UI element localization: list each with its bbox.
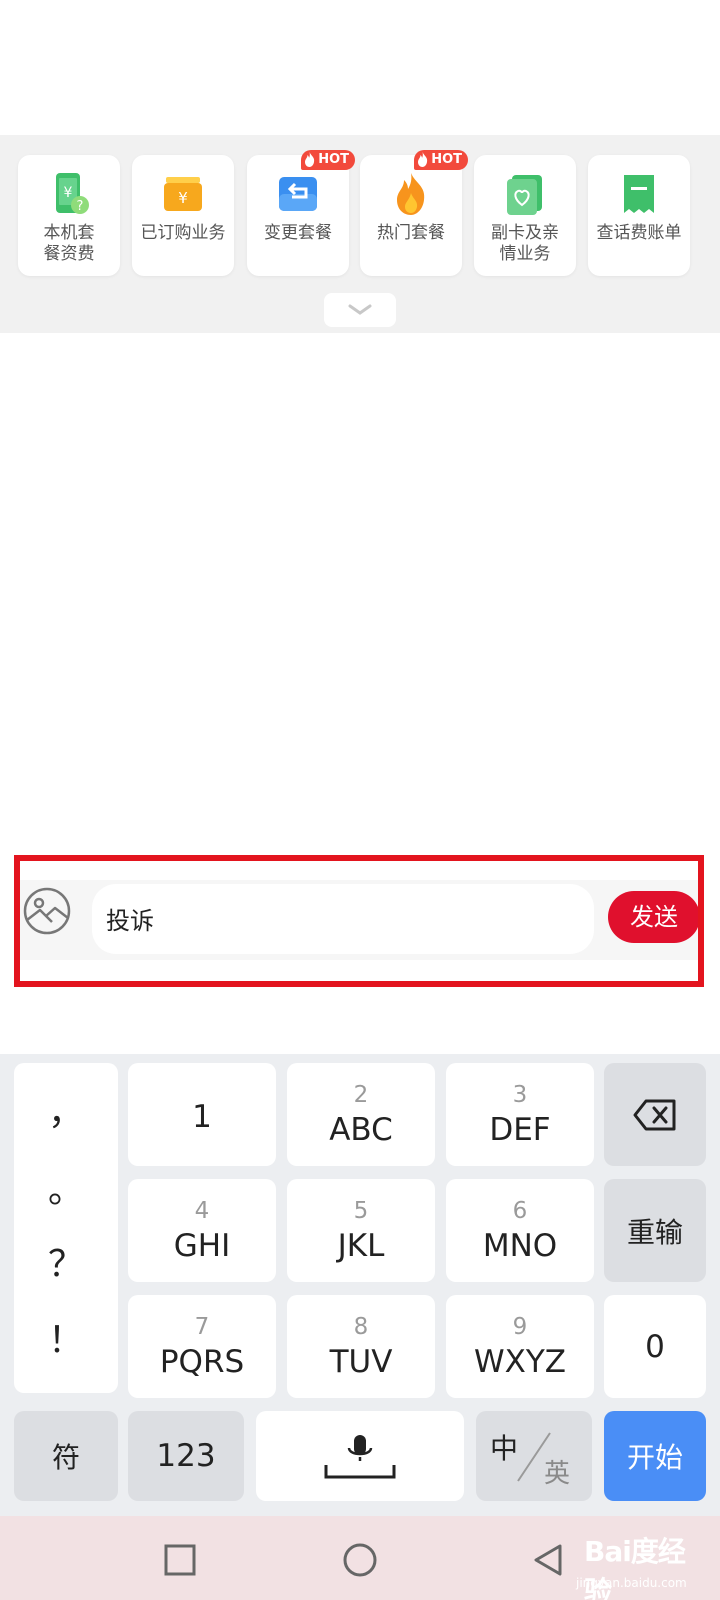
start-label: 开始 <box>626 1441 683 1474</box>
service-card-family-card[interactable]: 副卡及亲 情业务 <box>474 155 576 276</box>
service-label: 热门套餐 <box>377 223 445 243</box>
family-card-icon <box>502 171 548 217</box>
reinput-key[interactable]: 重输 <box>604 1179 706 1282</box>
punctuation-column[interactable]: ， 。 ？ ！ <box>14 1063 118 1393</box>
key-4[interactable]: 4 GHI <box>128 1179 276 1282</box>
service-card-subscribed[interactable]: ¥ 已订购业务 <box>132 155 234 276</box>
backspace-key[interactable] <box>604 1063 706 1166</box>
key-letters: 1 <box>192 1098 212 1135</box>
bill-icon <box>616 171 662 217</box>
key-6[interactable]: 6 MNO <box>446 1179 594 1282</box>
change-plan-icon <box>275 171 321 217</box>
key-3[interactable]: 3 DEF <box>446 1063 594 1166</box>
key-number: 7 <box>194 1313 210 1340</box>
hot-badge: HOT <box>414 150 468 170</box>
punct-key-comma[interactable]: ， <box>14 1083 118 1135</box>
service-card-bill[interactable]: 查话费账单 <box>588 155 690 276</box>
subscribed-wallet-icon: ¥ <box>160 171 206 217</box>
svg-text:¥: ¥ <box>64 185 73 201</box>
symbol-label: 符 <box>51 1441 80 1474</box>
punct-key-question[interactable]: ？ <box>14 1235 118 1287</box>
hot-badge: HOT <box>301 150 355 170</box>
service-card-plan-fees[interactable]: ¥ ? 本机套 餐资费 <box>18 155 120 276</box>
lang-zh-label: 中 <box>490 1432 519 1465</box>
lang-en-label: 英 <box>544 1459 571 1489</box>
key-0[interactable]: 0 <box>604 1295 706 1398</box>
hot-badge-text: HOT <box>431 152 462 167</box>
flame-icon <box>305 152 315 167</box>
key-letters: DEF <box>489 1111 551 1148</box>
numeric-key[interactable]: 123 <box>128 1411 244 1501</box>
key-2[interactable]: 2 ABC <box>287 1063 435 1166</box>
expand-services-button[interactable] <box>324 293 396 327</box>
key-7[interactable]: 7 PQRS <box>128 1295 276 1398</box>
svg-text:?: ? <box>77 199 84 214</box>
key-number: 2 <box>353 1081 369 1108</box>
service-label: 变更套餐 <box>264 223 332 243</box>
service-label: 查话费账单 <box>596 223 682 243</box>
quick-services-strip: ¥ ? 本机套 餐资费 ¥ 已订购业务 HOT 变更套餐 HOT 热门套餐 副卡… <box>0 135 720 333</box>
home-icon[interactable] <box>342 1542 378 1578</box>
watermark-sub: jingyan.baidu.com <box>576 1576 687 1590</box>
key-number: 4 <box>194 1197 210 1224</box>
flame-icon <box>418 152 428 167</box>
reinput-label: 重输 <box>626 1215 683 1249</box>
key-letters: GHI <box>173 1227 231 1264</box>
key-letters: WXYZ <box>473 1343 567 1380</box>
key-number: 5 <box>353 1197 369 1224</box>
space-key[interactable] <box>256 1411 464 1501</box>
phone-plan-icon: ¥ ? <box>46 171 92 217</box>
microphone-icon <box>324 1435 396 1479</box>
symbol-key[interactable]: 符 <box>14 1411 118 1501</box>
punct-key-period[interactable]: 。 <box>14 1161 118 1213</box>
numeric-label: 123 <box>156 1438 216 1474</box>
key-9[interactable]: 9 WXYZ <box>446 1295 594 1398</box>
key-letters: PQRS <box>159 1343 245 1380</box>
backspace-icon <box>633 1099 676 1130</box>
service-card-hot-plans[interactable]: HOT 热门套餐 <box>360 150 468 276</box>
key-8[interactable]: 8 TUV <box>287 1295 435 1398</box>
baidu-jingyan-watermark: Bai度经验 jingyan.baidu.com <box>560 1518 710 1600</box>
key-letters: ABC <box>329 1111 393 1148</box>
language-switch-key[interactable]: 中 英 <box>476 1411 592 1501</box>
hot-badge-text: HOT <box>318 152 349 167</box>
recent-apps-icon[interactable] <box>162 1542 198 1578</box>
start-key[interactable]: 开始 <box>604 1411 706 1501</box>
key-letters: MNO <box>482 1227 558 1264</box>
key-5[interactable]: 5 JKL <box>287 1179 435 1282</box>
key-number: 6 <box>512 1197 528 1224</box>
service-label: 本机套 餐资费 <box>43 223 95 264</box>
key-1[interactable]: 1 <box>128 1063 276 1166</box>
service-card-change-plan[interactable]: HOT 变更套餐 <box>247 150 355 276</box>
service-label: 已订购业务 <box>140 223 226 243</box>
fire-icon <box>388 171 434 217</box>
key-number: 8 <box>353 1313 369 1340</box>
key-number: 9 <box>512 1313 528 1340</box>
svg-text:¥: ¥ <box>178 189 188 207</box>
service-label: 副卡及亲 情业务 <box>491 223 559 264</box>
key-letters: 0 <box>645 1328 665 1365</box>
key-letters: JKL <box>337 1227 385 1264</box>
key-letters: TUV <box>329 1343 393 1380</box>
chevron-down-icon <box>348 304 372 315</box>
highlight-box <box>14 855 704 987</box>
punct-key-exclaim[interactable]: ！ <box>14 1311 118 1363</box>
key-number: 3 <box>512 1081 528 1108</box>
